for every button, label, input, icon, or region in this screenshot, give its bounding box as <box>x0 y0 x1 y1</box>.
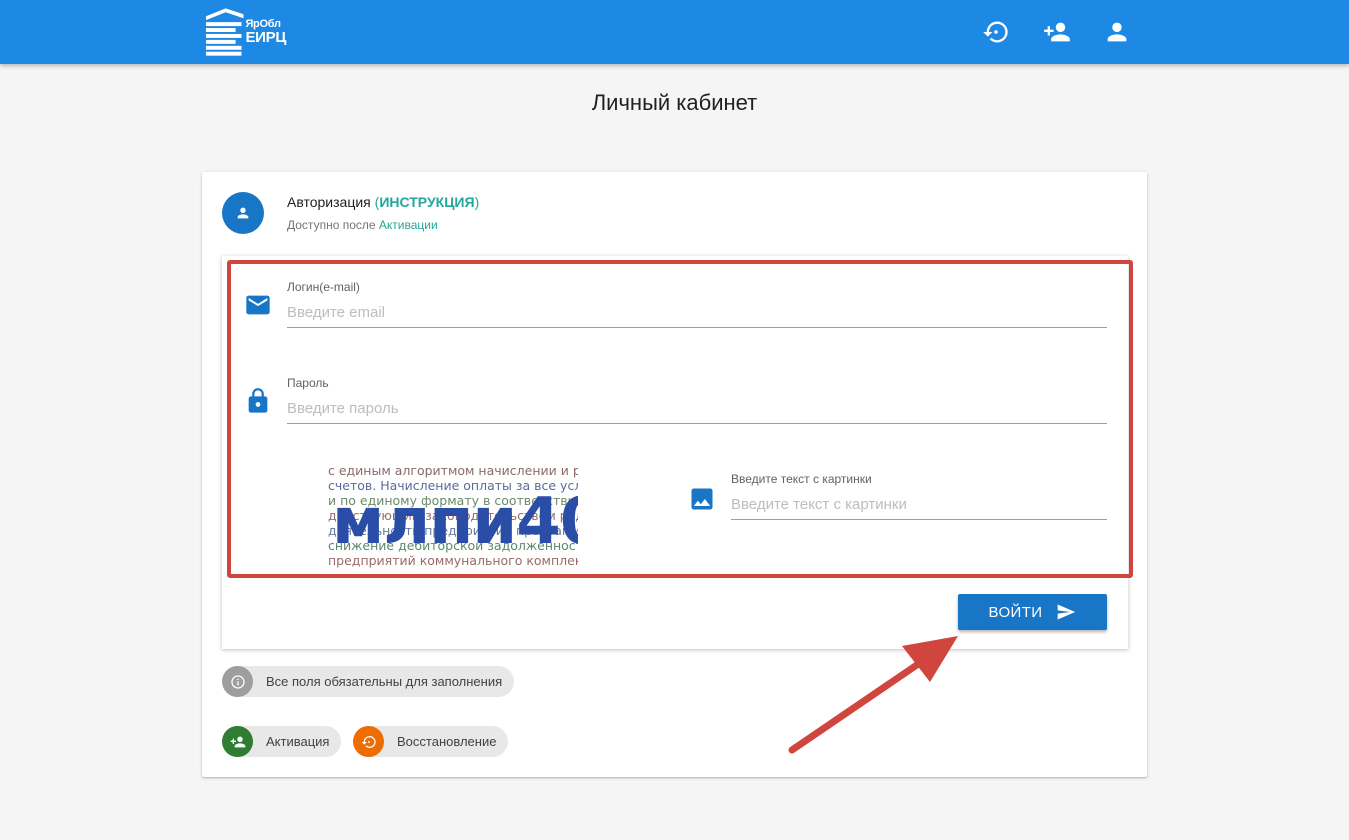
auth-title-text: Авторизация <box>287 194 371 210</box>
restore-chip-label: Восстановление <box>397 734 497 749</box>
password-field[interactable] <box>287 394 1107 424</box>
account-icon[interactable] <box>1103 18 1131 46</box>
image-icon <box>688 485 716 513</box>
auth-subtitle-text: Доступно после <box>287 218 376 232</box>
auth-card: Авторизация (ИНСТРУКЦИЯ) Доступно после … <box>202 172 1147 777</box>
email-icon <box>244 291 272 319</box>
email-field[interactable] <box>287 298 1107 328</box>
add-user-icon[interactable] <box>1041 18 1073 46</box>
password-label: Пароль <box>287 376 329 390</box>
person-icon <box>237 207 249 219</box>
required-note-chip: Все поля обязательны для заполнения <box>222 666 515 697</box>
building-logo-icon <box>205 8 244 56</box>
top-app-bar: ЯрОбл ЕИРЦ <box>0 0 1349 64</box>
captcha-label: Введите текст с картинки <box>731 472 872 486</box>
activation-link[interactable]: Активации <box>379 218 438 232</box>
logo-text: ЯрОбл ЕИРЦ <box>245 19 286 46</box>
logo-line-2: ЕИРЦ <box>245 29 286 46</box>
send-icon <box>1058 604 1076 620</box>
instruction-link[interactable]: ИНСТРУКЦИЯ <box>379 194 474 210</box>
restore-chip[interactable]: Восстановление <box>353 726 509 757</box>
captcha-image: с единым алгоритмом начислении и ра счет… <box>328 463 578 571</box>
restore-icon[interactable] <box>982 18 1010 46</box>
info-icon <box>222 666 253 697</box>
page-title: Личный кабинет <box>591 90 758 115</box>
add-user-icon <box>222 726 253 757</box>
activation-chip-label: Активация <box>266 734 330 749</box>
restore-icon <box>353 726 384 757</box>
login-button-label: ВОЙТИ <box>988 603 1043 621</box>
activation-chip[interactable]: Активация <box>222 726 342 757</box>
avatar <box>222 192 264 234</box>
lock-icon <box>244 387 272 415</box>
login-label: Логин(e-mail) <box>287 280 360 294</box>
captcha-bg-line: с единым алгоритмом начислении и ра <box>328 463 578 478</box>
captcha-text: млпи40 <box>332 485 578 559</box>
logo[interactable]: ЯрОбл ЕИРЦ <box>204 6 286 58</box>
captcha-field[interactable] <box>731 490 1107 520</box>
login-form: Логин(e-mail) Пароль с единым алгоритмом… <box>222 256 1133 649</box>
login-button[interactable]: ВОЙТИ <box>958 594 1107 630</box>
required-note-text: Все поля обязательны для заполнения <box>266 674 503 689</box>
auth-title: Авторизация (ИНСТРУКЦИЯ) <box>287 194 480 210</box>
auth-subtitle: Доступно после Активации <box>287 218 438 232</box>
